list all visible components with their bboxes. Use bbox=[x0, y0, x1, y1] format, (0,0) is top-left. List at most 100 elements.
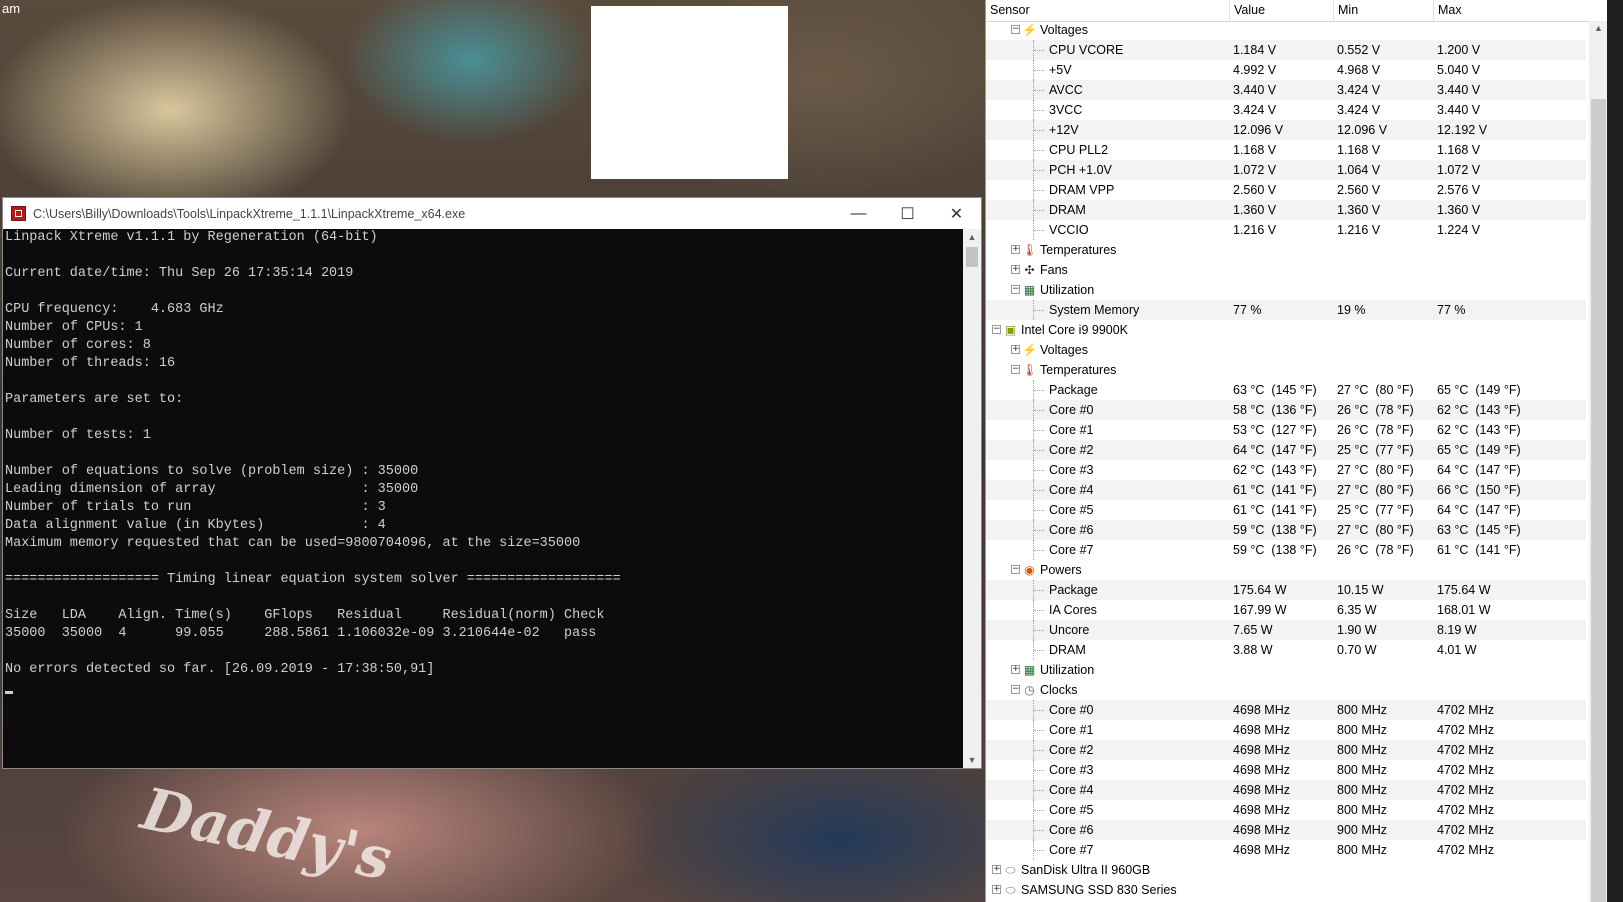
sensor-scroll-thumb[interactable] bbox=[1591, 99, 1606, 902]
tree-connector bbox=[1034, 610, 1044, 611]
wallpaper-corner-text: am bbox=[2, 1, 21, 16]
sensor-row[interactable]: Core #3 4698 MHz 800 MHz 4702 MHz bbox=[986, 760, 1586, 780]
sensor-panel[interactable]: Sensor Value Min Max − ⚡ Voltages CPU VCORE… bbox=[985, 0, 1607, 902]
sensor-group[interactable]: + ⚡ Voltages bbox=[986, 340, 1586, 360]
sensor-group[interactable]: − ◷ Clocks bbox=[986, 680, 1586, 700]
sensor-row[interactable]: CPU VCORE 1.184 V 0.552 V 1.200 V bbox=[986, 40, 1586, 60]
sensor-row[interactable]: Core #2 4698 MHz 800 MHz 4702 MHz bbox=[986, 740, 1586, 760]
expand-icon[interactable]: + bbox=[1011, 665, 1020, 674]
sensor-min: 26 °C (78 °F) bbox=[1337, 403, 1414, 417]
disk-icon: ⬭ bbox=[1005, 863, 1016, 877]
sensor-value: 4698 MHz bbox=[1233, 783, 1290, 797]
sensor-row[interactable]: DRAM 1.360 V 1.360 V 1.360 V bbox=[986, 200, 1586, 220]
sensor-row[interactable]: Core #1 4698 MHz 800 MHz 4702 MHz bbox=[986, 720, 1586, 740]
sensor-row[interactable]: Core #2 64 °C (147 °F) 25 °C (77 °F) 65 °C … bbox=[986, 440, 1586, 460]
expand-icon[interactable]: + bbox=[1011, 345, 1020, 354]
collapse-icon[interactable]: − bbox=[1011, 285, 1020, 294]
sensor-row[interactable]: Core #6 4698 MHz 900 MHz 4702 MHz bbox=[986, 820, 1586, 840]
sensor-row[interactable]: IA Cores 167.99 W 6.35 W 168.01 W bbox=[986, 600, 1586, 620]
console-window[interactable]: C:\Users\Billy\Downloads\Tools\LinpackXt… bbox=[2, 197, 982, 769]
console-titlebar[interactable]: C:\Users\Billy\Downloads\Tools\LinpackXt… bbox=[3, 198, 981, 229]
sensor-group[interactable]: − ◉ Powers bbox=[986, 560, 1586, 580]
sensor-row[interactable]: Core #0 4698 MHz 800 MHz 4702 MHz bbox=[986, 700, 1586, 720]
sensor-row[interactable]: CPU PLL2 1.168 V 1.168 V 1.168 V bbox=[986, 140, 1586, 160]
sensor-row[interactable]: Core #5 4698 MHz 800 MHz 4702 MHz bbox=[986, 800, 1586, 820]
console-output[interactable]: Linpack Xtreme v1.1.1 by Regeneration (6… bbox=[3, 229, 963, 768]
console-line: Data alignment value (in Kbytes) : 4 bbox=[5, 518, 386, 533]
sensor-group[interactable]: − ▦ Utilization bbox=[986, 280, 1586, 300]
sensor-min: 800 MHz bbox=[1337, 703, 1388, 717]
tree-connector bbox=[1034, 710, 1044, 711]
sensor-group[interactable]: − ⚡ Voltages bbox=[986, 20, 1586, 40]
scroll-up-arrow-icon[interactable]: ▲ bbox=[1589, 23, 1607, 33]
sensor-row[interactable]: Core #4 61 °C (141 °F) 27 °C (80 °F) 66 °C … bbox=[986, 480, 1586, 500]
sensor-min: 27 °C (80 °F) bbox=[1337, 463, 1414, 477]
console-line: Parameters are set to: bbox=[5, 392, 184, 407]
sensor-group[interactable]: + ▦ Utilization bbox=[986, 660, 1586, 680]
maximize-button[interactable]: ☐ bbox=[883, 198, 932, 229]
sensor-row[interactable]: System Memory 77 % 19 % 77 % bbox=[986, 300, 1586, 320]
expand-icon[interactable]: + bbox=[992, 865, 1001, 874]
sensor-row[interactable]: AVCC 3.440 V 3.424 V 3.440 V bbox=[986, 80, 1586, 100]
sensor-value: 1.168 V bbox=[1233, 143, 1277, 157]
collapse-icon[interactable]: − bbox=[992, 325, 1001, 334]
sensor-row[interactable]: +12V 12.096 V 12.096 V 12.192 V bbox=[986, 120, 1586, 140]
expand-icon[interactable]: + bbox=[1011, 245, 1020, 254]
sensor-row[interactable]: Package 175.64 W 10.15 W 175.64 W bbox=[986, 580, 1586, 600]
collapse-icon[interactable]: − bbox=[1011, 365, 1020, 374]
sensor-row[interactable]: Package 63 °C (145 °F) 27 °C (80 °F) 65 °C … bbox=[986, 380, 1586, 400]
sensor-row[interactable]: Core #3 62 °C (143 °F) 27 °C (80 °F) 64 °C … bbox=[986, 460, 1586, 480]
sensor-min: 1.90 W bbox=[1337, 623, 1377, 637]
sensor-row[interactable]: Core #0 58 °C (136 °F) 26 °C (78 °F) 62 °C … bbox=[986, 400, 1586, 420]
column-header-value[interactable]: Value bbox=[1230, 0, 1334, 21]
sensor-min: 800 MHz bbox=[1337, 723, 1388, 737]
scroll-up-arrow-icon[interactable]: ▲ bbox=[963, 229, 981, 245]
column-header-sensor[interactable]: Sensor bbox=[986, 0, 1230, 21]
sensor-group[interactable]: + ✣ Fans bbox=[986, 260, 1586, 280]
tree-connector bbox=[1034, 470, 1044, 471]
expand-icon[interactable]: + bbox=[992, 885, 1001, 894]
collapse-icon[interactable]: − bbox=[1011, 685, 1020, 694]
sensor-row[interactable]: Core #7 59 °C (138 °F) 26 °C (78 °F) 61 °C … bbox=[986, 540, 1586, 560]
expand-icon[interactable]: + bbox=[1011, 265, 1020, 274]
tree-connector bbox=[1034, 730, 1044, 731]
close-button[interactable]: ✕ bbox=[932, 198, 981, 229]
sensor-row[interactable]: DRAM 3.88 W 0.70 W 4.01 W bbox=[986, 640, 1586, 660]
console-title: C:\Users\Billy\Downloads\Tools\LinpackXt… bbox=[33, 206, 466, 221]
column-header-max[interactable]: Max bbox=[1434, 0, 1607, 21]
console-scroll-thumb[interactable] bbox=[966, 247, 978, 267]
console-scrollbar[interactable]: ▲ ▼ bbox=[963, 229, 981, 768]
sensor-row[interactable]: Core #1 53 °C (127 °F) 26 °C (78 °F) 62 °C … bbox=[986, 420, 1586, 440]
sensor-value: 1.072 V bbox=[1233, 163, 1277, 177]
sensor-row[interactable]: Core #6 59 °C (138 °F) 27 °C (80 °F) 63 °C … bbox=[986, 520, 1586, 540]
sensor-scrollbar[interactable]: ▲ bbox=[1589, 21, 1607, 902]
sensor-row[interactable]: PCH +1.0V 1.072 V 1.064 V 1.072 V bbox=[986, 160, 1586, 180]
sensor-value: 63 °C (145 °F) bbox=[1233, 383, 1317, 397]
sensor-value: 59 °C (138 °F) bbox=[1233, 523, 1317, 537]
device-node[interactable]: − ▣ Intel Core i9 9900K bbox=[986, 320, 1586, 340]
sensor-row[interactable]: 3VCC 3.424 V 3.424 V 3.440 V bbox=[986, 100, 1586, 120]
sensor-row[interactable]: Core #4 4698 MHz 800 MHz 4702 MHz bbox=[986, 780, 1586, 800]
sensor-row[interactable]: Core #5 61 °C (141 °F) 25 °C (77 °F) 64 °C … bbox=[986, 500, 1586, 520]
sensor-group[interactable]: + 🌡 Temperatures bbox=[986, 240, 1586, 260]
collapse-icon[interactable]: − bbox=[1011, 25, 1020, 34]
sensor-row[interactable]: VCCIO 1.216 V 1.216 V 1.224 V bbox=[986, 220, 1586, 240]
collapse-icon[interactable]: − bbox=[1011, 565, 1020, 574]
group-label: Intel Core i9 9900K bbox=[1021, 323, 1129, 337]
column-header-min[interactable]: Min bbox=[1334, 0, 1434, 21]
sensor-row[interactable]: DRAM VPP 2.560 V 2.560 V 2.576 V bbox=[986, 180, 1586, 200]
sensor-row[interactable]: +5V 4.992 V 4.968 V 5.040 V bbox=[986, 60, 1586, 80]
device-node[interactable]: + ⬭ SanDisk Ultra II 960GB bbox=[986, 860, 1586, 880]
sensor-max: 4702 MHz bbox=[1437, 723, 1494, 737]
tree-connector bbox=[1034, 430, 1044, 431]
sensor-row[interactable]: Uncore 7.65 W 1.90 W 8.19 W bbox=[986, 620, 1586, 640]
sensor-name: Core #2 bbox=[1049, 743, 1094, 757]
sensor-group[interactable]: − 🌡 Temperatures bbox=[986, 360, 1586, 380]
sensor-row[interactable]: Core #7 4698 MHz 800 MHz 4702 MHz bbox=[986, 840, 1586, 860]
group-label: Temperatures bbox=[1040, 243, 1117, 257]
minimize-button[interactable]: — bbox=[834, 198, 883, 229]
device-node[interactable]: + ⬭ SAMSUNG SSD 830 Series bbox=[986, 880, 1586, 900]
tree-connector bbox=[1034, 590, 1044, 591]
scroll-down-arrow-icon[interactable]: ▼ bbox=[963, 752, 981, 768]
